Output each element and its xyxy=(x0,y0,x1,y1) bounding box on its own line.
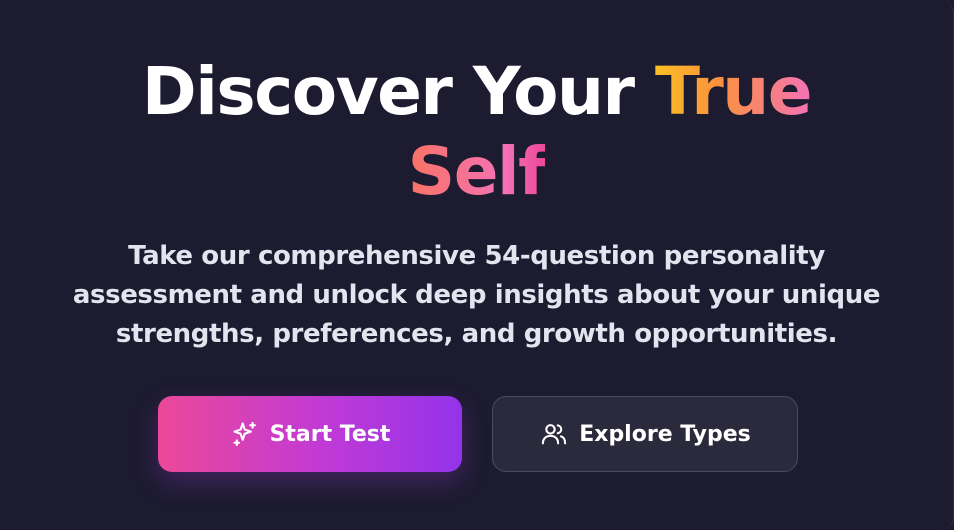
hero-title-accent-line2: Self xyxy=(407,133,547,210)
start-test-button[interactable]: Start Test xyxy=(158,396,462,472)
sparkles-icon xyxy=(230,419,260,449)
hero-subtitle-line-3: strengths, preferences, and growth oppor… xyxy=(115,319,838,349)
hero-subtitle-line-1: Take our comprehensive 54-question perso… xyxy=(128,241,825,271)
start-test-label: Start Test xyxy=(269,421,391,447)
hero-subtitle-line-2: assessment and unlock deep insights abou… xyxy=(72,280,881,310)
users-icon xyxy=(539,419,569,449)
hero-section: Discover Your True Self Take our comprehe… xyxy=(0,0,954,530)
hero-subtitle: Take our comprehensive 54-question perso… xyxy=(60,237,893,354)
hero-title-lead: Discover Your xyxy=(141,53,655,130)
explore-types-label: Explore Types xyxy=(579,421,751,447)
hero-title: Discover Your True Self xyxy=(0,52,953,212)
explore-types-button[interactable]: Explore Types xyxy=(492,396,798,472)
hero-title-accent: True xyxy=(654,53,813,130)
